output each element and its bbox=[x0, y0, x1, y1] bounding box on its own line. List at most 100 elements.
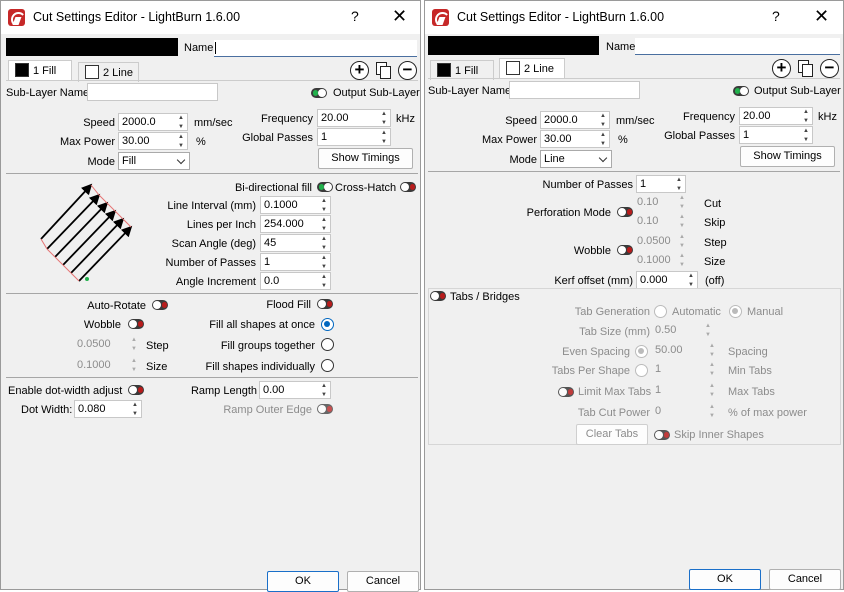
even-spacing-radio[interactable] bbox=[635, 345, 648, 358]
frequency-input[interactable]: 20.00 ▲ ▼ bbox=[317, 109, 391, 127]
fill-groups-radio[interactable] bbox=[321, 338, 334, 351]
spin-arrows-icon[interactable]: ▲ ▼ bbox=[378, 110, 390, 128]
wobble-toggle[interactable] bbox=[617, 245, 633, 255]
help-button[interactable]: ? bbox=[351, 8, 359, 24]
bidirectional-fill-toggle[interactable] bbox=[317, 182, 333, 192]
spin-arrows-icon[interactable]: ▲ ▼ bbox=[702, 322, 714, 340]
perforation-mode-toggle[interactable] bbox=[617, 207, 633, 217]
spin-arrows-icon[interactable]: ▲ ▼ bbox=[676, 194, 688, 212]
spin-arrows-icon[interactable]: ▲ ▼ bbox=[318, 273, 330, 291]
wobble-size-input[interactable]: 0.1000 ▲ ▼ bbox=[634, 252, 688, 270]
add-sublayer-icon[interactable]: + bbox=[350, 61, 369, 80]
spin-arrows-icon[interactable]: ▲ ▼ bbox=[706, 361, 718, 379]
spin-arrows-icon[interactable]: ▲ ▼ bbox=[676, 252, 688, 270]
ok-button[interactable]: OK bbox=[267, 571, 339, 592]
tab-size-input[interactable]: 0.50 ▲ ▼ bbox=[652, 322, 714, 340]
tab-generation-automatic-radio[interactable] bbox=[654, 305, 667, 318]
cancel-button[interactable]: Cancel bbox=[769, 569, 841, 590]
spin-arrows-icon[interactable]: ▲ ▼ bbox=[128, 357, 140, 375]
tab-2-line[interactable]: 2 Line bbox=[499, 58, 565, 78]
frequency-input[interactable]: 20.00 ▲ ▼ bbox=[739, 107, 813, 125]
spin-arrows-icon[interactable]: ▲ ▼ bbox=[129, 401, 141, 419]
output-sublayer-toggle[interactable] bbox=[733, 86, 749, 96]
limit-max-tabs-toggle[interactable] bbox=[558, 387, 574, 397]
help-button[interactable]: ? bbox=[772, 8, 780, 24]
spin-arrows-icon[interactable]: ▲ ▼ bbox=[706, 382, 718, 400]
global-passes-input[interactable]: 1 ▲ ▼ bbox=[739, 126, 813, 144]
spin-arrows-icon[interactable]: ▲ ▼ bbox=[800, 108, 812, 126]
wobble-step-input[interactable]: 0.0500 ▲ ▼ bbox=[74, 336, 140, 354]
speed-input[interactable]: 2000.0 ▲ ▼ bbox=[118, 113, 188, 131]
tabs-per-shape-radio[interactable] bbox=[635, 364, 648, 377]
output-sublayer-toggle[interactable] bbox=[311, 88, 327, 98]
tab-2-line[interactable]: 2 Line bbox=[78, 62, 139, 82]
copy-sublayer-icon[interactable] bbox=[796, 59, 815, 78]
close-icon[interactable]: ✕ bbox=[814, 6, 829, 27]
tab-generation-manual-radio[interactable] bbox=[729, 305, 742, 318]
scan-angle-input[interactable]: 45 ▲ ▼ bbox=[260, 234, 331, 252]
show-timings-button[interactable]: Show Timings bbox=[740, 146, 835, 167]
tabs-bridges-toggle[interactable] bbox=[430, 291, 446, 301]
remove-sublayer-icon[interactable]: − bbox=[820, 59, 839, 78]
cancel-button[interactable]: Cancel bbox=[347, 571, 419, 592]
tab-cut-power-input[interactable]: 0 ▲ ▼ bbox=[652, 403, 718, 421]
sublayer-name-input[interactable] bbox=[87, 83, 218, 101]
max-power-input[interactable]: 30.00 ▲ ▼ bbox=[118, 132, 188, 150]
dot-width-enable-toggle[interactable] bbox=[128, 385, 144, 395]
spin-arrows-icon[interactable]: ▲ ▼ bbox=[318, 216, 330, 234]
name-input[interactable] bbox=[214, 40, 417, 57]
speed-input[interactable]: 2000.0 ▲ ▼ bbox=[540, 111, 610, 129]
ok-button[interactable]: OK bbox=[689, 569, 761, 590]
add-sublayer-icon[interactable]: + bbox=[772, 59, 791, 78]
even-spacing-input[interactable]: 50.00 ▲ ▼ bbox=[652, 342, 718, 360]
spin-arrows-icon[interactable]: ▲ ▼ bbox=[378, 129, 390, 147]
cross-hatch-toggle[interactable] bbox=[400, 182, 416, 192]
ramp-length-input[interactable]: 0.00 ▲ ▼ bbox=[259, 381, 331, 399]
auto-rotate-toggle[interactable] bbox=[152, 300, 168, 310]
dot-width-input[interactable]: 0.080 ▲ ▼ bbox=[74, 400, 142, 418]
global-passes-input[interactable]: 1 ▲ ▼ bbox=[317, 128, 391, 146]
fill-individually-radio[interactable] bbox=[321, 359, 334, 372]
remove-sublayer-icon[interactable]: − bbox=[398, 61, 417, 80]
perforation-skip-input[interactable]: 0.10 ▲ ▼ bbox=[634, 213, 688, 231]
tab-1-fill[interactable]: 1 Fill bbox=[8, 60, 72, 80]
tab-1-fill[interactable]: 1 Fill bbox=[430, 60, 494, 80]
mode-select[interactable]: Line bbox=[540, 150, 612, 168]
flood-fill-toggle[interactable] bbox=[317, 299, 333, 309]
wobble-toggle[interactable] bbox=[128, 319, 144, 329]
spin-arrows-icon[interactable]: ▲ ▼ bbox=[318, 235, 330, 253]
perforation-cut-input[interactable]: 0.10 ▲ ▼ bbox=[634, 194, 688, 212]
spin-arrows-icon[interactable]: ▲ ▼ bbox=[318, 197, 330, 215]
tabs-per-shape-input[interactable]: 1 ▲ ▼ bbox=[652, 361, 718, 379]
ramp-outer-edge-toggle[interactable] bbox=[317, 404, 333, 414]
limit-max-tabs-input[interactable]: 1 ▲ ▼ bbox=[652, 382, 718, 400]
spin-arrows-icon[interactable]: ▲ ▼ bbox=[800, 127, 812, 145]
spin-arrows-icon[interactable]: ▲ ▼ bbox=[318, 254, 330, 272]
lines-per-inch-input[interactable]: 254.000 ▲ ▼ bbox=[260, 215, 331, 233]
name-input[interactable] bbox=[635, 38, 840, 55]
spin-arrows-icon[interactable]: ▲ ▼ bbox=[597, 131, 609, 149]
show-timings-button[interactable]: Show Timings bbox=[318, 148, 413, 169]
wobble-size-input[interactable]: 0.1000 ▲ ▼ bbox=[74, 357, 140, 375]
spin-arrows-icon[interactable]: ▲ ▼ bbox=[318, 382, 330, 400]
skip-inner-shapes-toggle[interactable] bbox=[654, 430, 670, 440]
angle-increment-input[interactable]: 0.0 ▲ ▼ bbox=[260, 272, 331, 290]
spin-arrows-icon[interactable]: ▲ ▼ bbox=[706, 342, 718, 360]
sublayer-name-input[interactable] bbox=[509, 81, 640, 99]
spin-arrows-icon[interactable]: ▲ ▼ bbox=[128, 336, 140, 354]
number-of-passes-input[interactable]: 1 ▲ ▼ bbox=[260, 253, 331, 271]
number-of-passes-input[interactable]: 1 ▲ ▼ bbox=[636, 175, 686, 193]
clear-tabs-button[interactable]: Clear Tabs bbox=[576, 424, 648, 445]
max-power-input[interactable]: 30.00 ▲ ▼ bbox=[540, 130, 610, 148]
spin-arrows-icon[interactable]: ▲ ▼ bbox=[676, 213, 688, 231]
line-interval-input[interactable]: 0.1000 ▲ ▼ bbox=[260, 196, 331, 214]
spin-arrows-icon[interactable]: ▲ ▼ bbox=[597, 112, 609, 130]
spin-arrows-icon[interactable]: ▲ ▼ bbox=[175, 133, 187, 151]
close-icon[interactable]: ✕ bbox=[392, 6, 407, 27]
spin-arrows-icon[interactable]: ▲ ▼ bbox=[175, 114, 187, 132]
copy-sublayer-icon[interactable] bbox=[374, 61, 393, 80]
kerf-offset-input[interactable]: 0.000 ▲ ▼ bbox=[636, 271, 698, 289]
mode-select[interactable]: Fill bbox=[118, 152, 190, 170]
wobble-step-input[interactable]: 0.0500 ▲ ▼ bbox=[634, 233, 688, 251]
spin-arrows-icon[interactable]: ▲ ▼ bbox=[706, 403, 718, 421]
